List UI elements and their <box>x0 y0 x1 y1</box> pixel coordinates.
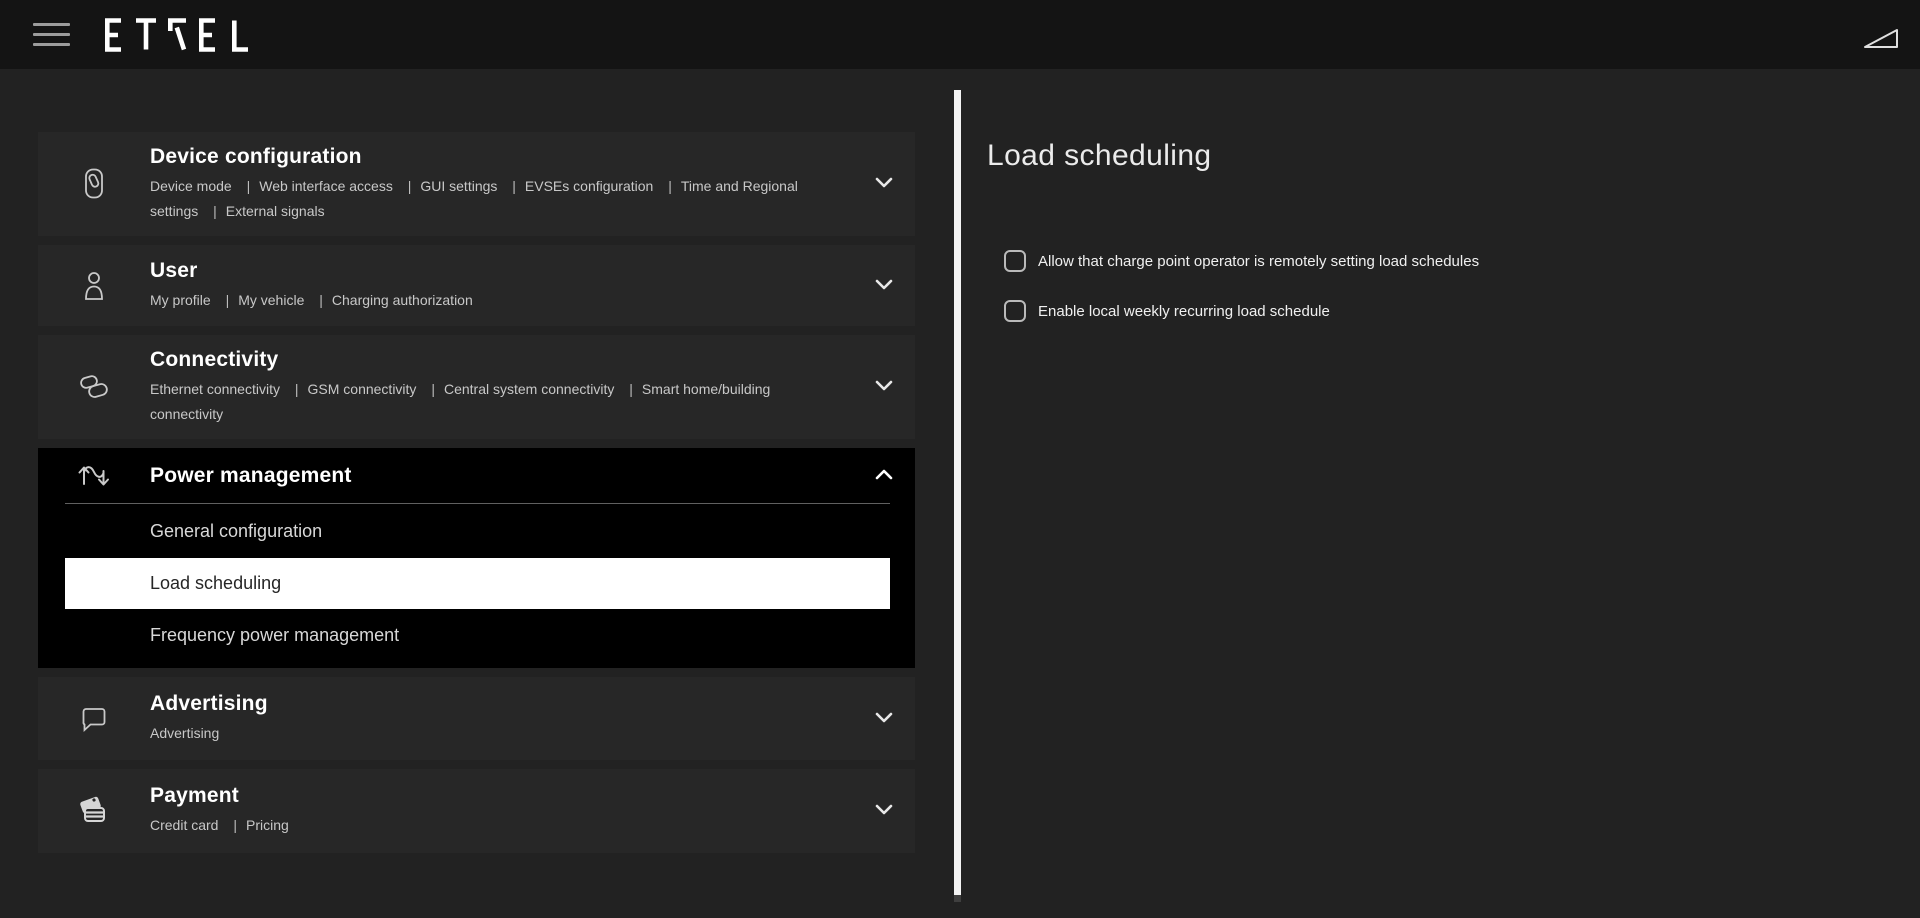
chevron-down-icon[interactable] <box>875 175 893 193</box>
load-scheduling-panel: Load scheduling Allow that charge point … <box>961 69 1920 918</box>
checkbox-group: Allow that charge point operator is remo… <box>1004 250 1920 322</box>
section-link[interactable]: Web interface access <box>236 178 393 194</box>
menu-item-general-configuration[interactable]: General configuration <box>38 504 915 558</box>
etrel-logo[interactable]: ETREL <box>104 18 254 52</box>
chevron-up-icon[interactable] <box>875 467 893 485</box>
top-bar: ETREL <box>0 0 1920 69</box>
etrel-logo-letters <box>104 18 254 52</box>
section-links: Device mode Web interface access GUI set… <box>150 174 840 224</box>
scrollbar-thumb[interactable] <box>954 895 961 902</box>
section-link[interactable]: EVSEs configuration <box>501 178 653 194</box>
section-link[interactable]: GSM connectivity <box>284 381 417 397</box>
settings-sidebar: Device configuration Device mode Web int… <box>38 132 915 862</box>
section-title: User <box>150 259 840 283</box>
content-area: Device configuration Device mode Web int… <box>0 69 1920 918</box>
section-link[interactable]: My profile <box>150 292 211 308</box>
section-title: Power management <box>150 464 352 488</box>
user-icon <box>38 270 150 302</box>
credit-card-icon <box>38 794 150 828</box>
section-connectivity[interactable]: Connectivity Ethernet connectivity GSM c… <box>38 335 915 439</box>
section-link[interactable]: Central system connectivity <box>420 381 614 397</box>
cpo-load-schedules-checkbox[interactable] <box>1004 250 1026 272</box>
section-advertising[interactable]: Advertising Advertising <box>38 677 915 760</box>
section-payment[interactable]: Payment Credit card Pricing <box>38 769 915 853</box>
section-links: Credit card Pricing <box>150 813 840 838</box>
section-link[interactable]: Pricing <box>222 817 288 833</box>
chevron-down-icon[interactable] <box>875 710 893 728</box>
chain-link-icon <box>38 371 150 403</box>
section-device-configuration[interactable]: Device configuration Device mode Web int… <box>38 132 915 236</box>
chevron-down-icon[interactable] <box>875 378 893 396</box>
checkbox-row: Allow that charge point operator is remo… <box>1004 250 1920 272</box>
signal-triangle-icon <box>1862 27 1900 55</box>
section-title: Advertising <box>150 692 840 716</box>
page-title: Load scheduling <box>987 139 1920 173</box>
section-title: Device configuration <box>150 145 840 169</box>
local-weekly-schedule-checkbox[interactable] <box>1004 300 1026 322</box>
section-link[interactable]: My vehicle <box>215 292 305 308</box>
section-user[interactable]: User My profile My vehicle Charging auth… <box>38 245 915 326</box>
menu-item-load-scheduling[interactable]: Load scheduling <box>65 558 890 609</box>
menu-item-frequency-power-management[interactable]: Frequency power management <box>38 609 915 662</box>
speech-bubble-icon <box>38 705 150 733</box>
chevron-down-icon[interactable] <box>875 277 893 295</box>
section-title: Payment <box>150 784 840 808</box>
section-link[interactable]: Charging authorization <box>308 292 473 308</box>
chevron-down-icon[interactable] <box>875 802 893 820</box>
section-link[interactable]: Ethernet connectivity <box>150 381 280 397</box>
section-link[interactable]: Credit card <box>150 817 218 833</box>
section-link[interactable]: Advertising <box>150 725 219 741</box>
section-links: Ethernet connectivity GSM connectivity C… <box>150 377 840 427</box>
checkbox-row: Enable local weekly recurring load sched… <box>1004 300 1920 322</box>
checkbox-label[interactable]: Allow that charge point operator is remo… <box>1038 253 1479 270</box>
section-power-management-header[interactable]: Power management <box>38 448 915 503</box>
hamburger-menu-icon[interactable] <box>33 23 70 46</box>
section-power-management: Power management General configuration L… <box>38 448 915 668</box>
section-links: My profile My vehicle Charging authoriza… <box>150 288 840 313</box>
section-link[interactable]: Device mode <box>150 178 232 194</box>
charging-device-icon <box>38 166 150 202</box>
section-link[interactable]: GUI settings <box>397 178 498 194</box>
checkbox-label[interactable]: Enable local weekly recurring load sched… <box>1038 303 1330 320</box>
ac-wave-arrows-icon <box>38 461 150 491</box>
section-link[interactable]: External signals <box>202 203 324 219</box>
section-links: Advertising <box>150 721 840 746</box>
section-title: Connectivity <box>150 348 840 372</box>
panel-divider-scrollbar[interactable] <box>954 90 961 902</box>
